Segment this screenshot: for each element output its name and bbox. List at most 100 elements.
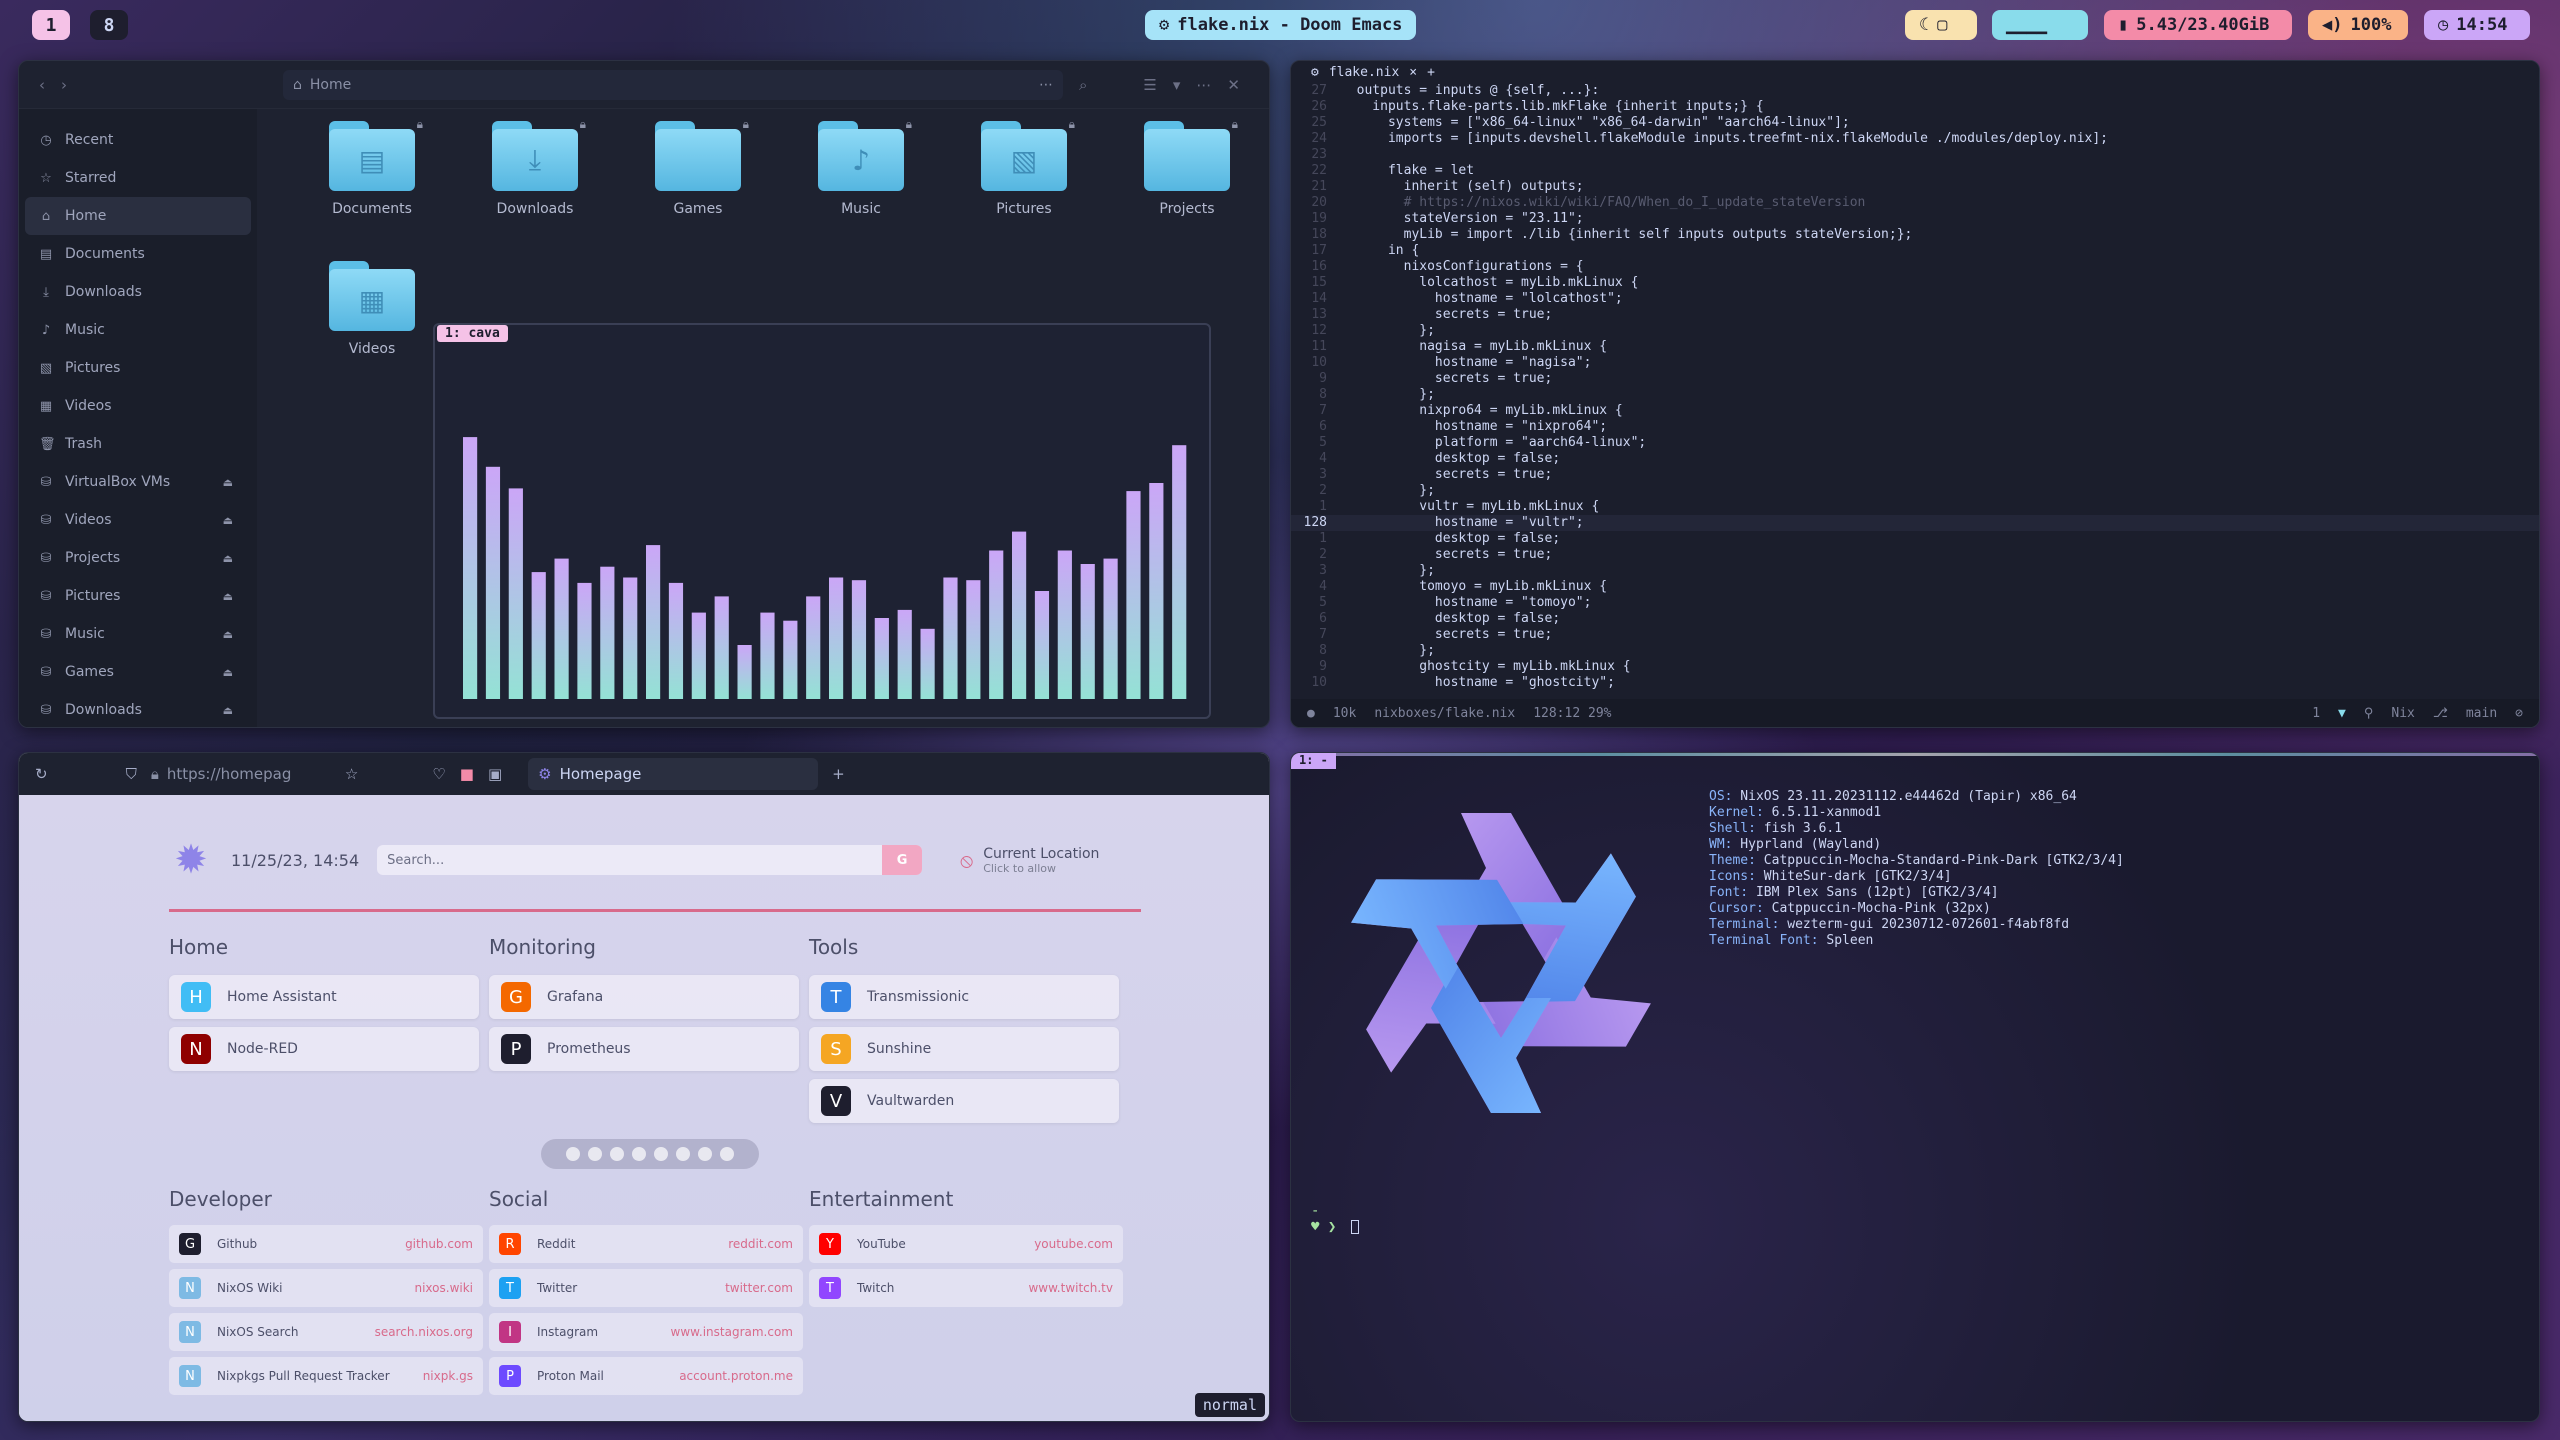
grafana-icon: G bbox=[501, 982, 531, 1012]
volume-indicator[interactable]: ◀) 100% bbox=[2308, 10, 2408, 40]
sidebar-item[interactable]: ▦ Videos bbox=[19, 387, 257, 425]
eject-icon[interactable]: ⏏ bbox=[223, 666, 233, 679]
sidebar-item[interactable]: ⤓ Downloads bbox=[19, 273, 257, 311]
bookmark-link[interactable]: T Twitch www.twitch.tv bbox=[809, 1269, 1123, 1307]
search-icon[interactable]: ⌕ bbox=[1079, 76, 1087, 94]
sidebar-item[interactable]: ♪ Music bbox=[19, 311, 257, 349]
folder-item[interactable]: ▤ 🔒︎ Documents bbox=[307, 117, 437, 217]
bookmark-link[interactable]: G Github github.com bbox=[169, 1225, 483, 1263]
folder-item[interactable]: 🔒︎ Projects bbox=[1122, 117, 1252, 217]
code-line: 14 hostname = "lolcathost"; bbox=[1291, 291, 2539, 307]
code-line: 11 nagisa = myLib.mkLinux { bbox=[1291, 339, 2539, 355]
folder-label: Games bbox=[673, 201, 723, 217]
bookmark-link[interactable]: N NixOS Wiki nixos.wiki bbox=[169, 1269, 483, 1307]
clock[interactable]: ◷ 14:54 bbox=[2424, 10, 2530, 40]
sidebar-item[interactable]: ⛁ Downloads ⏏ bbox=[19, 691, 257, 727]
sidebar-item[interactable]: ⛁ Music ⏏ bbox=[19, 615, 257, 653]
folder-item[interactable]: ▦ Videos bbox=[307, 261, 437, 357]
code-line: 13 secrets = true; bbox=[1291, 307, 2539, 323]
service-card[interactable]: N Node-RED bbox=[169, 1027, 479, 1071]
fetch-key: WM: bbox=[1709, 837, 1733, 852]
eject-icon[interactable]: ⏏ bbox=[223, 514, 233, 527]
service-card[interactable]: S Sunshine bbox=[809, 1027, 1119, 1071]
service-card[interactable]: H Home Assistant bbox=[169, 975, 479, 1019]
file-size: 10k bbox=[1332, 705, 1357, 721]
bookmark-link[interactable]: N Nixpkgs Pull Request Tracker nixpk.gs bbox=[169, 1357, 483, 1395]
sidebar-item[interactable]: ◷ Recent bbox=[19, 121, 257, 159]
url-bar[interactable]: 🔒︎ https://homepag bbox=[151, 765, 331, 783]
forward-icon[interactable]: › bbox=[61, 76, 67, 94]
eject-icon[interactable]: ⏏ bbox=[223, 704, 233, 717]
bookmark-link[interactable]: R Reddit reddit.com bbox=[489, 1225, 803, 1263]
homepage-search-input[interactable]: Search... G bbox=[377, 845, 923, 875]
proton-icon: P bbox=[499, 1365, 521, 1387]
pocket-icon[interactable]: ♡ bbox=[432, 765, 445, 783]
eject-icon[interactable]: ⏏ bbox=[223, 552, 233, 565]
code-editor[interactable]: 27 outputs = inputs @ {self, ...}: 26 inp… bbox=[1291, 83, 2539, 699]
star-icon[interactable]: ☆ bbox=[345, 765, 358, 783]
emacs-tab[interactable]: flake.nix bbox=[1329, 65, 1399, 80]
new-tab-icon[interactable]: + bbox=[1427, 65, 1435, 80]
sidebar-item[interactable]: ⛁ VirtualBox VMs ⏏ bbox=[19, 463, 257, 501]
line-text: hostname = "nixpro64"; bbox=[1341, 419, 1608, 434]
shield-icon[interactable]: ⛉ bbox=[126, 765, 137, 783]
tray-button[interactable]: ▁▁▁▁ bbox=[1992, 10, 2088, 40]
location-bar[interactable]: ⌂ Home ⋯ bbox=[283, 69, 1063, 100]
folder-item[interactable]: ♪ 🔒︎ Music bbox=[796, 117, 926, 217]
search-button[interactable]: G bbox=[882, 845, 923, 875]
bookmark-link[interactable]: P Proton Mail account.proton.me bbox=[489, 1357, 803, 1395]
bookmark-link[interactable]: N NixOS Search search.nixos.org bbox=[169, 1313, 483, 1351]
sidebar-item[interactable]: ⌂ Home bbox=[25, 197, 251, 235]
more-icon[interactable]: ⋯ bbox=[1039, 77, 1053, 93]
sidebar-item[interactable]: ▧ Pictures bbox=[19, 349, 257, 387]
reload-icon[interactable]: ↻ bbox=[35, 765, 48, 783]
git-branch: main bbox=[2465, 705, 2498, 721]
new-tab-icon[interactable]: + bbox=[832, 765, 845, 783]
folder-item[interactable]: ▧ 🔒︎ Pictures bbox=[959, 117, 1089, 217]
vaultwarden-icon: V bbox=[821, 1086, 851, 1116]
fetch-value: IBM Plex Sans (12pt) [GTK2/3/4] bbox=[1748, 885, 1999, 900]
line-number: 16 bbox=[1311, 259, 1327, 274]
folder-label: Videos bbox=[348, 341, 396, 357]
cursor bbox=[1350, 1220, 1359, 1234]
extensions-icon[interactable]: ▣ bbox=[488, 765, 502, 783]
sidebar-item[interactable]: ⛁ Projects ⏏ bbox=[19, 539, 257, 577]
bookmark-link[interactable]: Y YouTube youtube.com bbox=[809, 1225, 1123, 1263]
folder-item[interactable]: ⤓ 🔒︎ Downloads bbox=[470, 117, 600, 217]
service-card[interactable]: T Transmissionic bbox=[809, 975, 1119, 1019]
sidebar-item[interactable]: ⛁ Games ⏏ bbox=[19, 653, 257, 691]
folder-icon: ♪ 🔒︎ bbox=[818, 117, 912, 191]
sidebar-item[interactable]: ☆ Starred bbox=[19, 159, 257, 197]
sidebar-item[interactable]: 🗑︎ Trash bbox=[19, 425, 257, 463]
service-card[interactable]: G Grafana bbox=[489, 975, 799, 1019]
browser-tab[interactable]: ⚙ Homepage bbox=[528, 758, 819, 790]
location-button[interactable]: ⦸ Current Location Click to allow bbox=[960, 846, 1099, 875]
list-view-icon[interactable]: ☰ bbox=[1143, 76, 1156, 94]
close-icon[interactable]: ✕ bbox=[1227, 76, 1240, 94]
sidebar-item[interactable]: ⛁ Videos ⏏ bbox=[19, 501, 257, 539]
menu-icon[interactable]: ⋯ bbox=[1196, 76, 1211, 94]
cava-bars bbox=[463, 437, 1187, 699]
service-card[interactable]: V Vaultwarden bbox=[809, 1079, 1119, 1123]
back-icon[interactable]: ‹ bbox=[39, 76, 45, 94]
line-number: 14 bbox=[1311, 291, 1327, 306]
eject-icon[interactable]: ⏏ bbox=[223, 628, 233, 641]
workspace-8-button[interactable]: 8 bbox=[90, 10, 128, 40]
sidebar-item[interactable]: ▤ Documents bbox=[19, 235, 257, 273]
theme-toggle-button[interactable]: ☾ ▢ bbox=[1905, 10, 1977, 40]
shell-prompt[interactable]: - ♥ ❯ bbox=[1311, 1203, 1359, 1235]
ublock-icon[interactable]: ■ bbox=[460, 765, 474, 783]
memory-indicator[interactable]: ▮ 5.43/23.40GiB bbox=[2104, 10, 2292, 40]
sidebar-item-label: Pictures bbox=[65, 360, 121, 376]
bookmark-link[interactable]: T Twitter twitter.com bbox=[489, 1269, 803, 1307]
folder-item[interactable]: 🔒︎ Games bbox=[633, 117, 763, 217]
bookmark-link[interactable]: I Instagram www.instagram.com bbox=[489, 1313, 803, 1351]
eject-icon[interactable]: ⏏ bbox=[223, 476, 233, 489]
eject-icon[interactable]: ⏏ bbox=[223, 590, 233, 603]
fetch-key: Terminal Font: bbox=[1709, 933, 1819, 948]
close-icon[interactable]: × bbox=[1409, 65, 1417, 80]
sidebar-item[interactable]: ⛁ Pictures ⏏ bbox=[19, 577, 257, 615]
service-card[interactable]: P Prometheus bbox=[489, 1027, 799, 1071]
chevron-down-icon[interactable]: ▾ bbox=[1173, 76, 1181, 94]
workspace-1-button[interactable]: 1 bbox=[32, 10, 70, 40]
